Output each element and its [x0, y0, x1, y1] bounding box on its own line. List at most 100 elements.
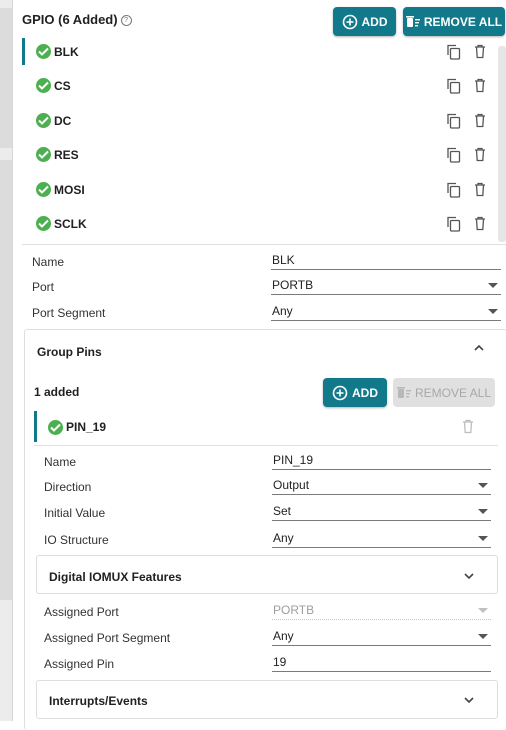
add-pin-button[interactable]: ADD	[323, 378, 387, 407]
port-segment-select[interactable]: Any	[271, 303, 501, 321]
check-circle-icon	[36, 44, 51, 59]
gpio-list-scrollbar[interactable]	[498, 46, 506, 242]
check-circle-icon	[36, 78, 51, 94]
gpio-item-label: SCLK	[54, 217, 87, 231]
remove-all-pins-label: REMOVE ALL	[414, 385, 492, 400]
group-pins-title: Group Pins	[37, 345, 102, 359]
port-label: Port	[32, 280, 55, 294]
selection-bar	[34, 411, 37, 442]
port-value: PORTB	[272, 278, 314, 292]
trash-icon[interactable]	[474, 78, 486, 93]
gpio-header: GPIO (6 Added)?	[22, 12, 132, 27]
divider	[34, 445, 498, 446]
copy-icon[interactable]	[446, 78, 461, 95]
add-gpio-label: ADD	[361, 14, 388, 29]
pin-name-label: Name	[44, 455, 77, 469]
delete-sweep-icon	[405, 15, 420, 27]
gpio-list-item[interactable]: RES	[22, 137, 496, 171]
gpio-list-item[interactable]: SCLK	[22, 206, 496, 240]
direction-label: Direction	[44, 480, 92, 494]
interrupts-title: Interrupts/Events	[49, 694, 148, 708]
pin-label: PIN_19	[66, 420, 107, 434]
chevron-down-icon	[478, 608, 488, 613]
assigned-pin-value: 19	[273, 655, 287, 669]
chevron-down-icon	[488, 309, 498, 314]
chevron-down-icon	[478, 536, 488, 541]
gpio-list: BLK CS DC RES MOSI SCLK	[22, 34, 496, 244]
gpio-item-label: MOSI	[54, 182, 85, 197]
remove-all-gpio-button[interactable]: REMOVE ALL	[403, 7, 505, 36]
chevron-down-icon	[488, 283, 498, 288]
initial-value-value: Set	[273, 504, 292, 518]
pin-item[interactable]: PIN_19	[34, 410, 498, 444]
help-circle-icon[interactable]: ?	[120, 15, 132, 27]
initial-value-label: Initial Value	[44, 506, 106, 520]
gpio-list-item[interactable]: BLK	[22, 34, 496, 68]
gpio-item-label: DC	[54, 113, 72, 128]
add-gpio-button[interactable]: ADD	[333, 7, 396, 36]
check-circle-icon	[36, 216, 51, 231]
port-select[interactable]: PORTB	[271, 277, 501, 295]
gpio-item-label: CS	[54, 79, 71, 94]
check-circle-icon	[36, 147, 51, 163]
trash-icon[interactable]	[474, 44, 486, 59]
name-value: BLK	[272, 253, 295, 267]
name-label: Name	[32, 255, 65, 269]
copy-icon[interactable]	[446, 147, 461, 163]
assigned-port-value: PORTB	[273, 603, 315, 617]
check-circle-icon	[48, 420, 63, 435]
assigned-pin-label: Assigned Pin	[44, 657, 115, 671]
divider	[22, 244, 506, 245]
copy-icon[interactable]	[446, 216, 461, 232]
trash-icon[interactable]	[474, 113, 486, 128]
gpio-panel: GPIO (6 Added)? ADD REMOVE ALL BLK CS DC RE…	[12, 0, 506, 730]
check-circle-icon	[36, 112, 51, 128]
chevron-up-icon[interactable]	[472, 343, 486, 353]
pin-name-value: PIN_19	[273, 453, 314, 467]
trash-icon[interactable]	[462, 419, 474, 434]
io-structure-label: IO Structure	[44, 533, 109, 547]
io-structure-select[interactable]: Any	[272, 530, 491, 548]
group-pins-count: 1 added	[34, 385, 80, 399]
add-circle-icon	[332, 385, 348, 400]
copy-icon[interactable]	[446, 113, 461, 129]
pin-name-field[interactable]: PIN_19	[272, 452, 491, 470]
gpio-list-item[interactable]: MOSI	[22, 172, 496, 206]
check-circle-icon	[36, 181, 51, 197]
assigned-pin-field[interactable]: 19	[272, 654, 491, 672]
copy-icon[interactable]	[446, 44, 461, 60]
chevron-down-icon	[478, 634, 488, 639]
iomux-title: Digital IOMUX Features	[49, 570, 182, 584]
assigned-port-select: PORTB	[272, 602, 491, 620]
assigned-segment-value: Any	[273, 629, 294, 643]
trash-icon[interactable]	[474, 147, 486, 162]
initial-value-select[interactable]: Set	[272, 503, 491, 521]
chevron-down-icon	[478, 509, 488, 514]
assigned-port-label: Assigned Port	[44, 605, 119, 619]
chevron-down-icon[interactable]	[462, 571, 476, 581]
chevron-down-icon[interactable]	[462, 695, 476, 705]
gpio-item-label: RES	[54, 148, 79, 163]
gpio-list-item[interactable]: CS	[22, 68, 496, 102]
remove-all-pins-button[interactable]: REMOVE ALL	[393, 378, 495, 407]
name-field[interactable]: BLK	[271, 252, 501, 270]
io-structure-value: Any	[273, 531, 294, 545]
delete-sweep-icon	[396, 386, 411, 398]
remove-all-gpio-label: REMOVE ALL	[423, 14, 503, 29]
left-scrollbar[interactable]	[0, 0, 12, 721]
gpio-list-item[interactable]: DC	[22, 103, 496, 137]
copy-icon[interactable]	[446, 182, 461, 198]
add-circle-icon	[342, 14, 357, 29]
trash-icon[interactable]	[474, 182, 486, 197]
assigned-segment-label: Assigned Port Segment	[44, 631, 171, 645]
gpio-title: GPIO (6 Added)	[22, 12, 118, 27]
port-segment-value: Any	[272, 304, 293, 318]
trash-icon[interactable]	[474, 216, 486, 231]
gpio-item-label: BLK	[54, 45, 79, 59]
chevron-down-icon	[478, 483, 488, 488]
selection-bar	[22, 38, 25, 65]
assigned-segment-select[interactable]: Any	[272, 628, 491, 646]
add-pin-label: ADD	[352, 385, 378, 400]
direction-select[interactable]: Output	[272, 477, 491, 495]
port-segment-label: Port Segment	[32, 306, 106, 320]
